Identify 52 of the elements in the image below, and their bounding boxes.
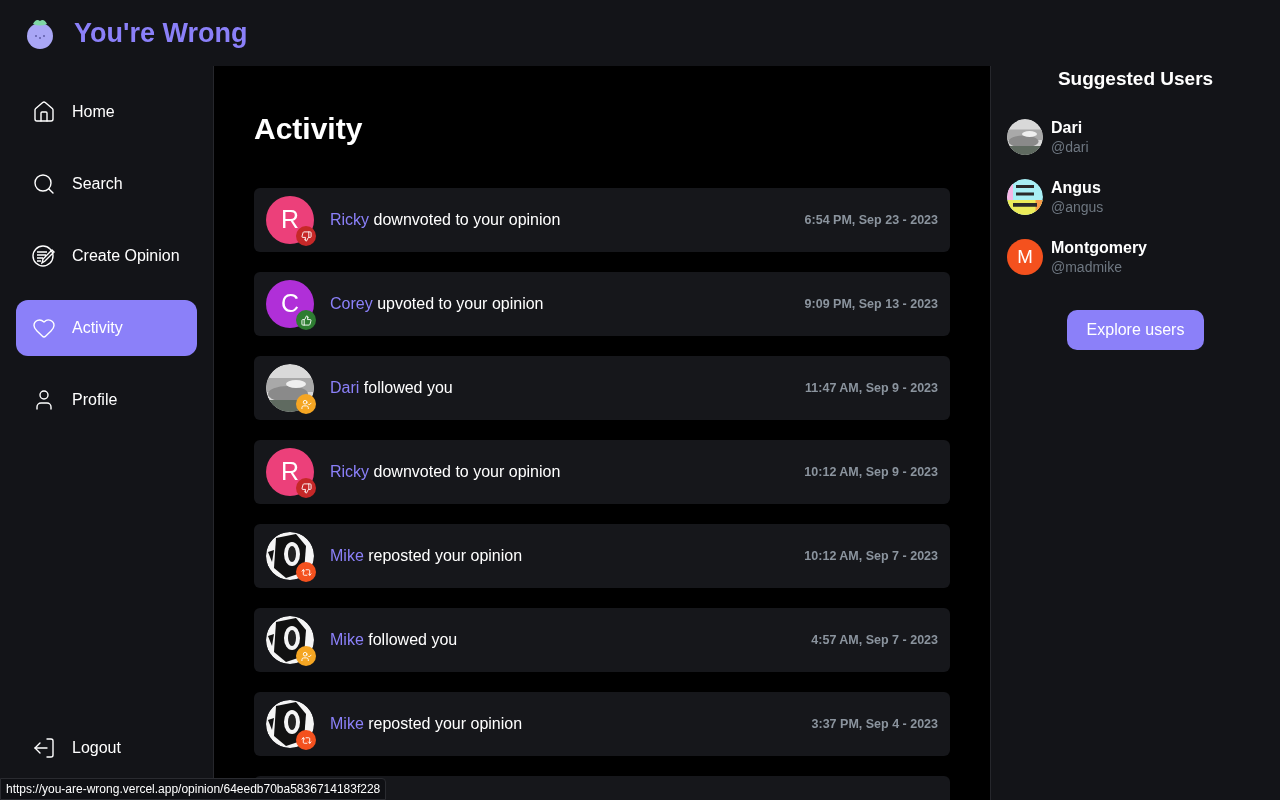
logout-button[interactable]: Logout [32, 732, 121, 764]
user-check-icon [296, 394, 316, 414]
activity-time: 10:12 AM, Sep 7 - 2023 [804, 547, 938, 565]
pen-note-icon [32, 244, 56, 268]
activity-time: 9:09 PM, Sep 13 - 2023 [804, 295, 938, 313]
activity-card[interactable]: Dari followed you 11:47 AM, Sep 9 - 2023 [254, 356, 950, 420]
avatar: M [1007, 239, 1043, 275]
activity-text: Dari followed you [330, 378, 453, 398]
user-handle: @dari [1051, 138, 1089, 156]
activity-card[interactable]: Mike followed you 4:57 AM, Sep 7 - 2023 [254, 608, 950, 672]
activity-text: Corey upvoted to your opinion [330, 294, 544, 314]
search-icon [32, 172, 56, 196]
nav-item[interactable]: Profile [16, 372, 197, 428]
user-name[interactable]: Angus [1051, 178, 1104, 198]
avatar: R [266, 448, 314, 496]
activity-text: Ricky downvoted to your opinion [330, 210, 561, 230]
user-handle: @madmike [1051, 258, 1123, 276]
activity-text: Mike reposted your opinion [330, 546, 523, 566]
user-check-icon [296, 646, 316, 666]
activity-card[interactable]: R Ricky downvoted to your opinion 10:12 AM, Sep 9 - 2023 [254, 440, 950, 504]
activity-text: Mike followed you [330, 630, 458, 650]
nav-item[interactable]: Home [16, 84, 197, 140]
nav-item[interactable]: Create Opinion [16, 228, 197, 284]
activity-text: Mike reposted your opinion [330, 714, 523, 734]
repost-icon [296, 730, 316, 750]
app-title: You're Wrong [74, 16, 248, 50]
activity-time: 3:37 PM, Sep 4 - 2023 [811, 715, 938, 733]
section-title: Suggested Users [1056, 67, 1215, 91]
activity-card[interactable]: Mike reposted your opinion 3:37 PM, Sep 4 - 2023 [254, 692, 950, 756]
nav-item[interactable]: Search [16, 156, 197, 212]
thumbs-down-icon [296, 226, 316, 246]
repost-icon [296, 562, 316, 582]
activity-time: 11:47 AM, Sep 9 - 2023 [805, 379, 938, 397]
heart-icon [32, 316, 56, 340]
user-name[interactable]: Dari [1051, 118, 1089, 138]
activity-time: 10:12 AM, Sep 9 - 2023 [804, 463, 938, 481]
activity-text: Ricky downvoted to your opinion [330, 462, 561, 482]
thumbs-up-icon [296, 310, 316, 330]
logout-icon [32, 736, 56, 760]
page-title: Activity [254, 111, 364, 147]
activity-card[interactable]: C Corey upvoted to your opinion 9:09 PM, Sep 13 - 2023 [254, 272, 950, 336]
activity-card[interactable]: R Ricky downvoted to your opinion 6:54 PM, Sep 23 - 2023 [254, 188, 950, 252]
thumbs-down-icon [296, 478, 316, 498]
home-icon [32, 100, 56, 124]
activity-card[interactable]: Mike reposted your opinion 10:12 AM, Sep 7 - 2023 [254, 524, 950, 588]
activity-time: 4:57 AM, Sep 7 - 2023 [811, 631, 938, 649]
avatar: C [266, 280, 314, 328]
user-handle: @angus [1051, 198, 1104, 216]
user-name[interactable]: Montgomery [1051, 238, 1147, 258]
activity-time: 6:54 PM, Sep 23 - 2023 [804, 211, 938, 229]
avatar: R [266, 196, 314, 244]
url-tooltip: https://you-are-wrong.vercel.app/opinion/64eedb70ba5836714183f228 [0, 778, 387, 800]
